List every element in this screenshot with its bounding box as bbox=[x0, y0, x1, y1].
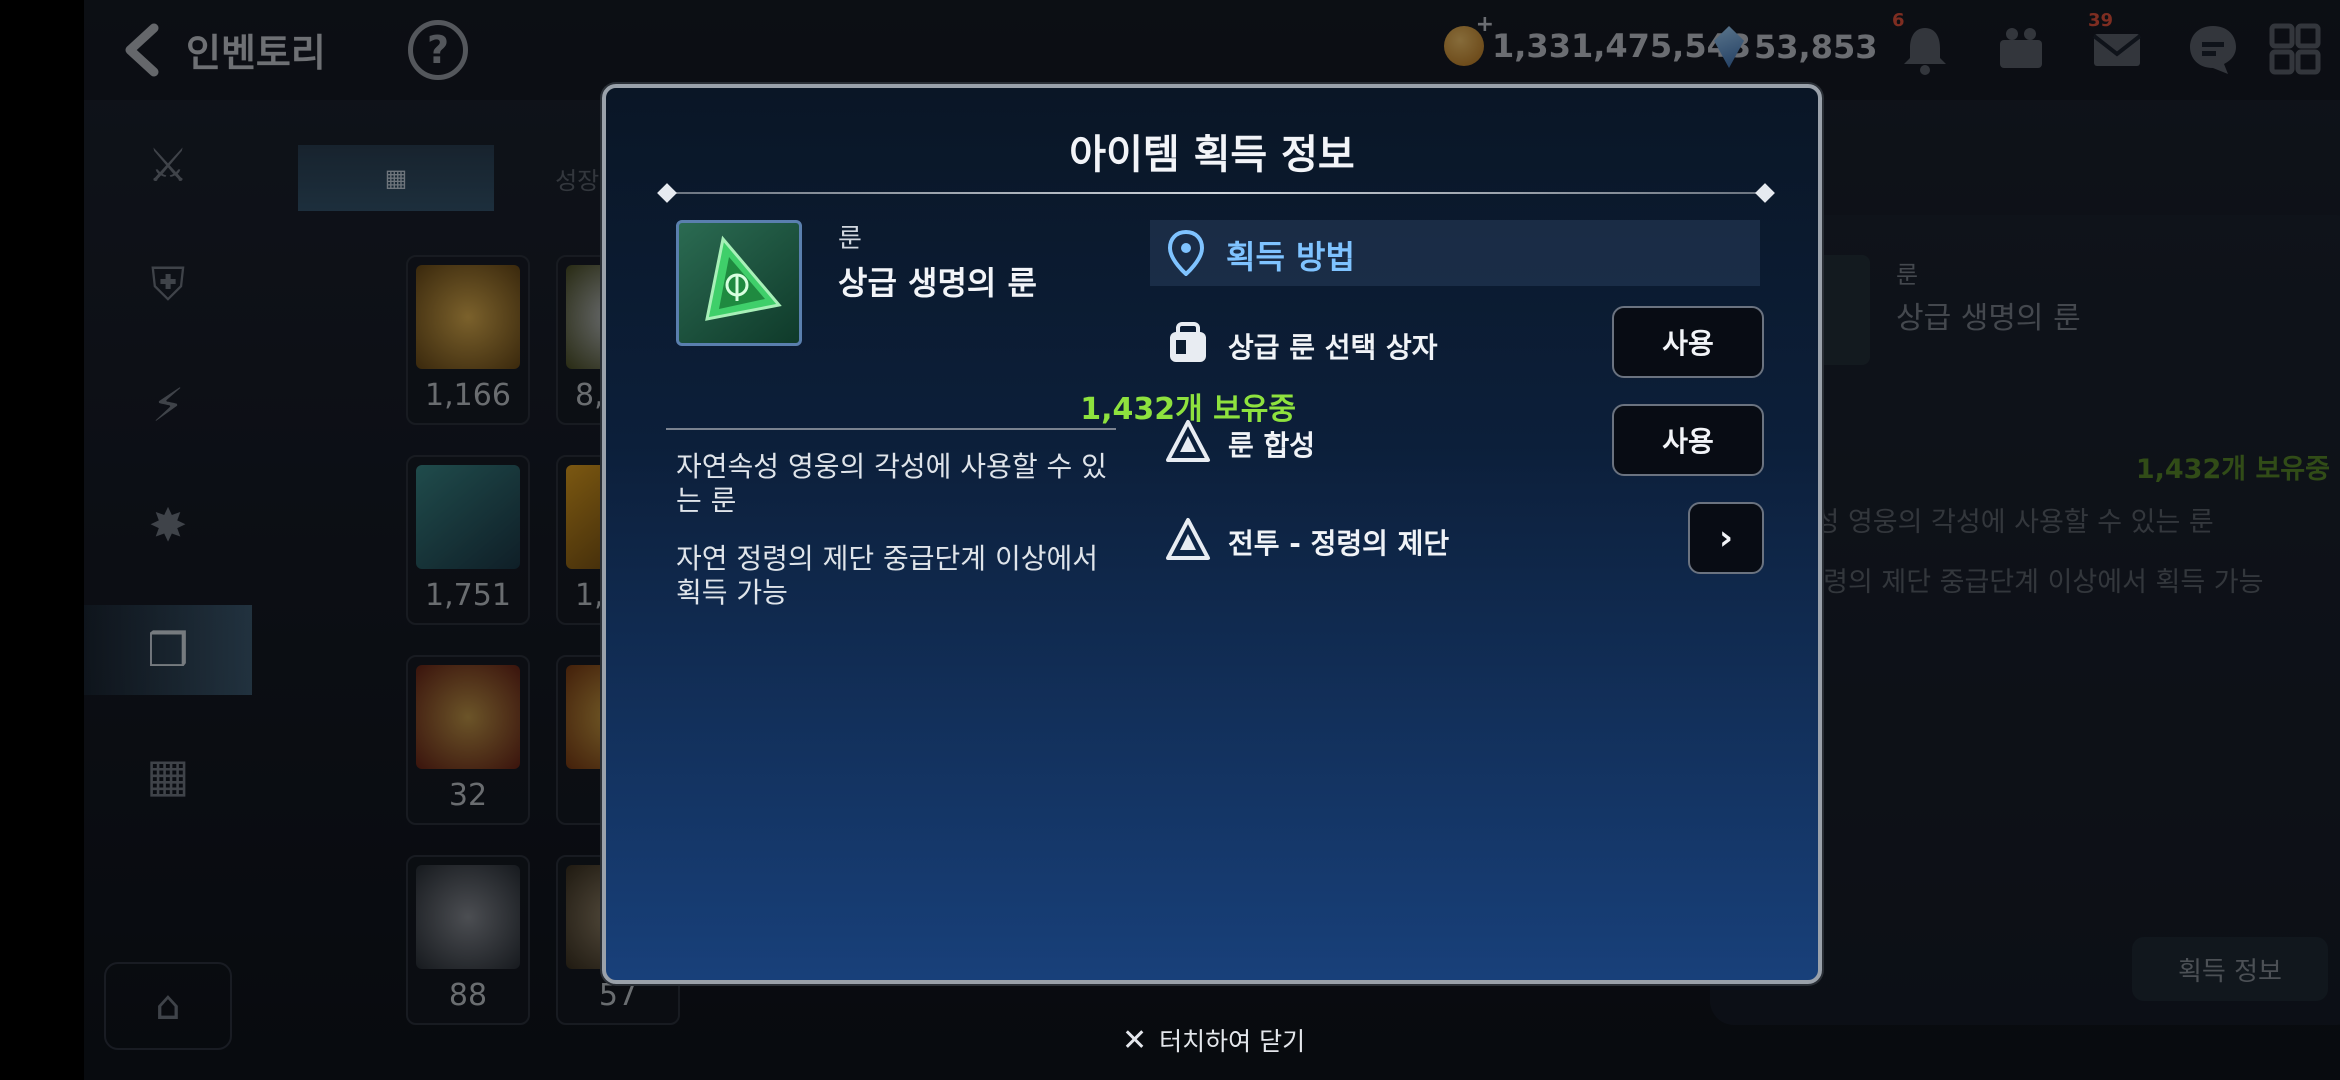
location-pin-icon bbox=[1167, 230, 1205, 276]
source-label: 전투 - 정령의 제단 bbox=[1228, 527, 1450, 560]
go-arrow-button[interactable]: › bbox=[1688, 502, 1764, 574]
source-row-spirit-altar: 전투 - 정령의 제단 › bbox=[1164, 502, 1764, 576]
rune-icon bbox=[676, 220, 802, 346]
divider-ornament bbox=[1755, 183, 1775, 203]
acquisition-method-title: 획득 방법 bbox=[1226, 238, 1355, 276]
item-acquisition-modal: 아이템 획득 정보 룬 상급 생명의 룬 1,432개 보유중 자연속성 영웅의… bbox=[602, 84, 1822, 984]
close-hint-label: 터치하여 닫기 bbox=[1159, 1027, 1306, 1056]
item-category: 룬 bbox=[838, 224, 862, 254]
modal-title: 아이템 획득 정보 bbox=[1069, 132, 1355, 178]
source-label: 룬 합성 bbox=[1228, 429, 1316, 462]
item-name: 상급 생명의 룬 bbox=[838, 264, 1037, 302]
use-button[interactable]: 사용 bbox=[1612, 404, 1764, 476]
item-description: 자연속성 영웅의 각성에 사용할 수 있는 룬 bbox=[676, 450, 1107, 517]
close-icon: ✕ bbox=[1122, 1022, 1148, 1058]
divider-ornament bbox=[657, 183, 677, 203]
owned-divider bbox=[666, 428, 1116, 430]
tap-to-close[interactable]: ✕ 터치하여 닫기 bbox=[1122, 1022, 1305, 1058]
source-label: 상급 룬 선택 상자 bbox=[1228, 331, 1438, 364]
item-acquisition-note: 자연 정령의 제단 중급단계 이상에서 획득 가능 bbox=[676, 542, 1099, 609]
bag-icon bbox=[1170, 322, 1206, 362]
use-button[interactable]: 사용 bbox=[1612, 306, 1764, 378]
source-row-rune-synthesis: 룬 합성 사용 bbox=[1164, 404, 1764, 478]
rune-icon bbox=[1166, 420, 1210, 462]
title-divider bbox=[666, 192, 1766, 194]
acquisition-method-header: 획득 방법 bbox=[1150, 220, 1760, 286]
rune-icon bbox=[1166, 518, 1210, 560]
source-row-rune-box: 상급 룬 선택 상자 사용 bbox=[1164, 306, 1764, 380]
